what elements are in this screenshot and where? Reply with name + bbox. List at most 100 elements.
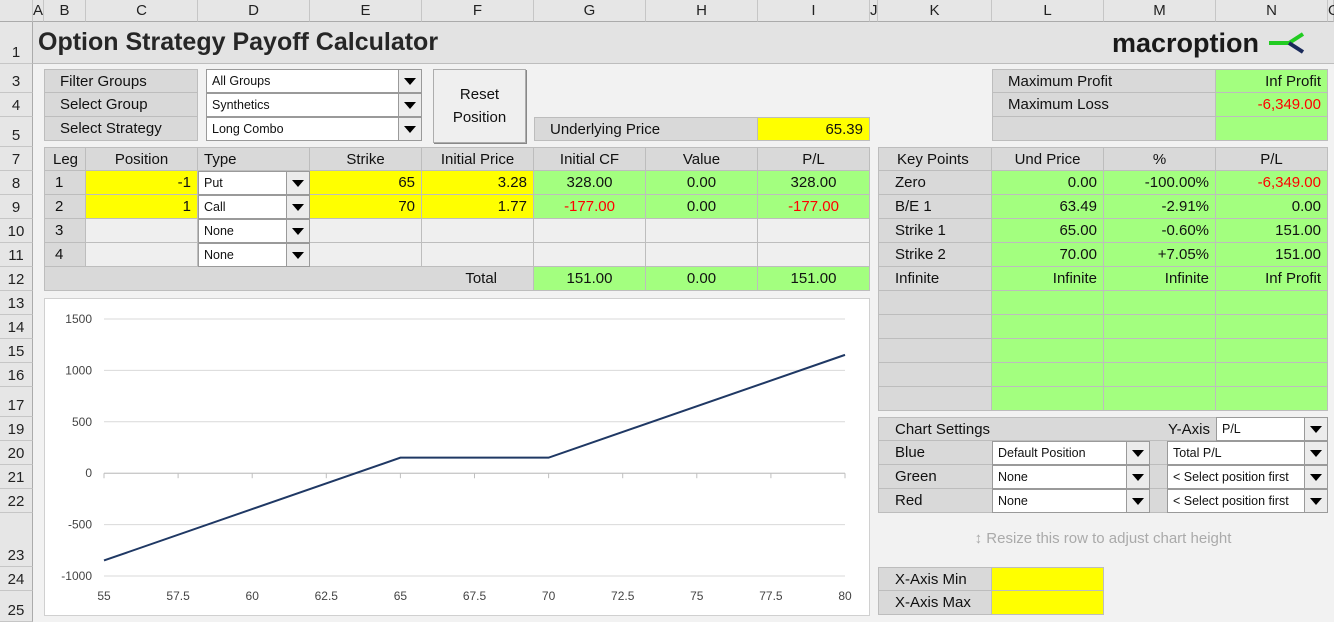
filter-groups-dropdown[interactable]: All Groups bbox=[206, 69, 422, 93]
series-type-value: Total P/L bbox=[1173, 446, 1222, 460]
chevron-down-icon[interactable] bbox=[1126, 442, 1149, 464]
row-header-25[interactable]: 25 bbox=[0, 591, 33, 622]
chevron-down-icon[interactable] bbox=[286, 244, 309, 266]
row-header-15[interactable]: 15 bbox=[0, 339, 33, 363]
leg-pl: -177.00 bbox=[758, 195, 870, 219]
row-header-10[interactable]: 10 bbox=[0, 219, 33, 243]
column-header-d[interactable]: D bbox=[198, 0, 310, 22]
leg-position-input[interactable] bbox=[86, 219, 198, 243]
row-header-16[interactable]: 16 bbox=[0, 363, 33, 387]
column-header-m[interactable]: M bbox=[1104, 0, 1216, 22]
column-header-c[interactable]: C bbox=[86, 0, 198, 22]
key-point-pl bbox=[1216, 387, 1328, 411]
row-header-20[interactable]: 20 bbox=[0, 441, 33, 465]
row-header-4[interactable]: 4 bbox=[0, 93, 33, 117]
row-header-7[interactable]: 7 bbox=[0, 147, 33, 171]
column-header-h[interactable]: H bbox=[646, 0, 758, 22]
leg-position-input[interactable]: -1 bbox=[86, 171, 198, 195]
column-header-a[interactable]: A bbox=[33, 0, 44, 22]
chevron-down-icon[interactable] bbox=[1304, 466, 1327, 488]
leg-position-input[interactable]: 1 bbox=[86, 195, 198, 219]
payoff-chart[interactable]: 1500 1000 500 0 -500 -1000 55 57.5 60 62.5 65 67.5 7… bbox=[44, 298, 870, 616]
column-header-j[interactable]: J bbox=[870, 0, 878, 22]
leg-type-dropdown[interactable]: None bbox=[198, 219, 310, 243]
series-position-dropdown[interactable]: Default Position bbox=[992, 441, 1150, 465]
x-axis-max-input[interactable] bbox=[992, 591, 1104, 615]
key-point-und-price: Infinite bbox=[992, 267, 1104, 291]
column-header-e[interactable]: E bbox=[310, 0, 422, 22]
chevron-down-icon[interactable] bbox=[398, 94, 421, 116]
leg-strike-input[interactable] bbox=[310, 243, 422, 267]
row-header-12[interactable]: 12 bbox=[0, 267, 33, 291]
y-axis-label: Y-Axis bbox=[1168, 421, 1210, 438]
chevron-down-icon[interactable] bbox=[398, 118, 421, 140]
key-point-pl bbox=[1216, 315, 1328, 339]
leg-strike-input[interactable] bbox=[310, 219, 422, 243]
column-header-k[interactable]: K bbox=[878, 0, 992, 22]
series-type-dropdown[interactable]: < Select position first bbox=[1167, 489, 1328, 513]
row-header-14[interactable]: 14 bbox=[0, 315, 33, 339]
column-header-f[interactable]: F bbox=[422, 0, 534, 22]
leg-type-dropdown[interactable]: None bbox=[198, 243, 310, 267]
column-header-g[interactable]: G bbox=[534, 0, 646, 22]
row-header-9[interactable]: 9 bbox=[0, 195, 33, 219]
chevron-down-icon[interactable] bbox=[398, 70, 421, 92]
leg-type-dropdown[interactable]: Call bbox=[198, 195, 310, 219]
row-header-19[interactable]: 19 bbox=[0, 417, 33, 441]
chevron-down-icon[interactable] bbox=[286, 172, 309, 194]
series-position-dropdown[interactable]: None bbox=[992, 489, 1150, 513]
chevron-down-icon[interactable] bbox=[1304, 418, 1327, 440]
row-header-8[interactable]: 8 bbox=[0, 171, 33, 195]
leg-initial-price-input[interactable]: 1.77 bbox=[422, 195, 534, 219]
column-header-l[interactable]: L bbox=[992, 0, 1104, 22]
key-point-percent: Infinite bbox=[1104, 267, 1216, 291]
leg-initial-price-input[interactable] bbox=[422, 243, 534, 267]
row-header-21[interactable]: 21 bbox=[0, 465, 33, 489]
row-header-23[interactable]: 23 bbox=[0, 513, 33, 567]
leg-strike-input[interactable]: 70 bbox=[310, 195, 422, 219]
chevron-down-icon[interactable] bbox=[1126, 466, 1149, 488]
row-header-1[interactable]: 1 bbox=[0, 22, 33, 64]
row-header-17[interactable]: 17 bbox=[0, 387, 33, 417]
series-type-dropdown[interactable]: < Select position first bbox=[1167, 465, 1328, 489]
legs-header-type: Type bbox=[198, 147, 310, 171]
row-header-22[interactable]: 22 bbox=[0, 489, 33, 513]
legs-header-p-l: P/L bbox=[758, 147, 870, 171]
leg-type-value: None bbox=[204, 248, 234, 262]
leg-initial-price-input[interactable]: 3.28 bbox=[422, 171, 534, 195]
select-group-dropdown[interactable]: Synthetics bbox=[206, 93, 422, 117]
column-header-b[interactable]: B bbox=[44, 0, 86, 22]
underlying-price-input[interactable]: 65.39 bbox=[758, 117, 870, 141]
leg-strike-input[interactable]: 65 bbox=[310, 171, 422, 195]
key-point-pl: Inf Profit bbox=[1216, 267, 1328, 291]
chevron-down-icon[interactable] bbox=[1304, 490, 1327, 512]
x-axis-min-input[interactable] bbox=[992, 567, 1104, 591]
column-header-i[interactable]: I bbox=[758, 0, 870, 22]
key-point-pl: 151.00 bbox=[1216, 219, 1328, 243]
leg-initial-price-input[interactable] bbox=[422, 219, 534, 243]
reset-position-button[interactable]: Reset Position bbox=[433, 69, 526, 143]
chevron-down-icon[interactable] bbox=[1304, 442, 1327, 464]
row-header-3[interactable]: 3 bbox=[0, 64, 33, 93]
row-header-11[interactable]: 11 bbox=[0, 243, 33, 267]
y-axis-dropdown[interactable]: P/L bbox=[1216, 417, 1328, 441]
leg-position-input[interactable] bbox=[86, 243, 198, 267]
chevron-down-icon[interactable] bbox=[1126, 490, 1149, 512]
select-strategy-value: Long Combo bbox=[212, 122, 284, 136]
column-header-n[interactable]: N bbox=[1216, 0, 1328, 22]
select-all-corner[interactable] bbox=[0, 0, 33, 22]
column-header-o[interactable]: O bbox=[1328, 0, 1334, 22]
chevron-down-icon[interactable] bbox=[286, 220, 309, 242]
select-strategy-dropdown[interactable]: Long Combo bbox=[206, 117, 422, 141]
leg-type-dropdown[interactable]: Put bbox=[198, 171, 310, 195]
logo-mark-icon bbox=[1269, 32, 1305, 54]
x-tick-label: 67.5 bbox=[463, 589, 487, 603]
chevron-down-icon[interactable] bbox=[286, 196, 309, 218]
series-type-dropdown[interactable]: Total P/L bbox=[1167, 441, 1328, 465]
key-point-und-price bbox=[992, 339, 1104, 363]
row-header-13[interactable]: 13 bbox=[0, 291, 33, 315]
row-header-5[interactable]: 5 bbox=[0, 117, 33, 147]
row-header-24[interactable]: 24 bbox=[0, 567, 33, 591]
leg-initial-cf bbox=[534, 219, 646, 243]
series-position-dropdown[interactable]: None bbox=[992, 465, 1150, 489]
